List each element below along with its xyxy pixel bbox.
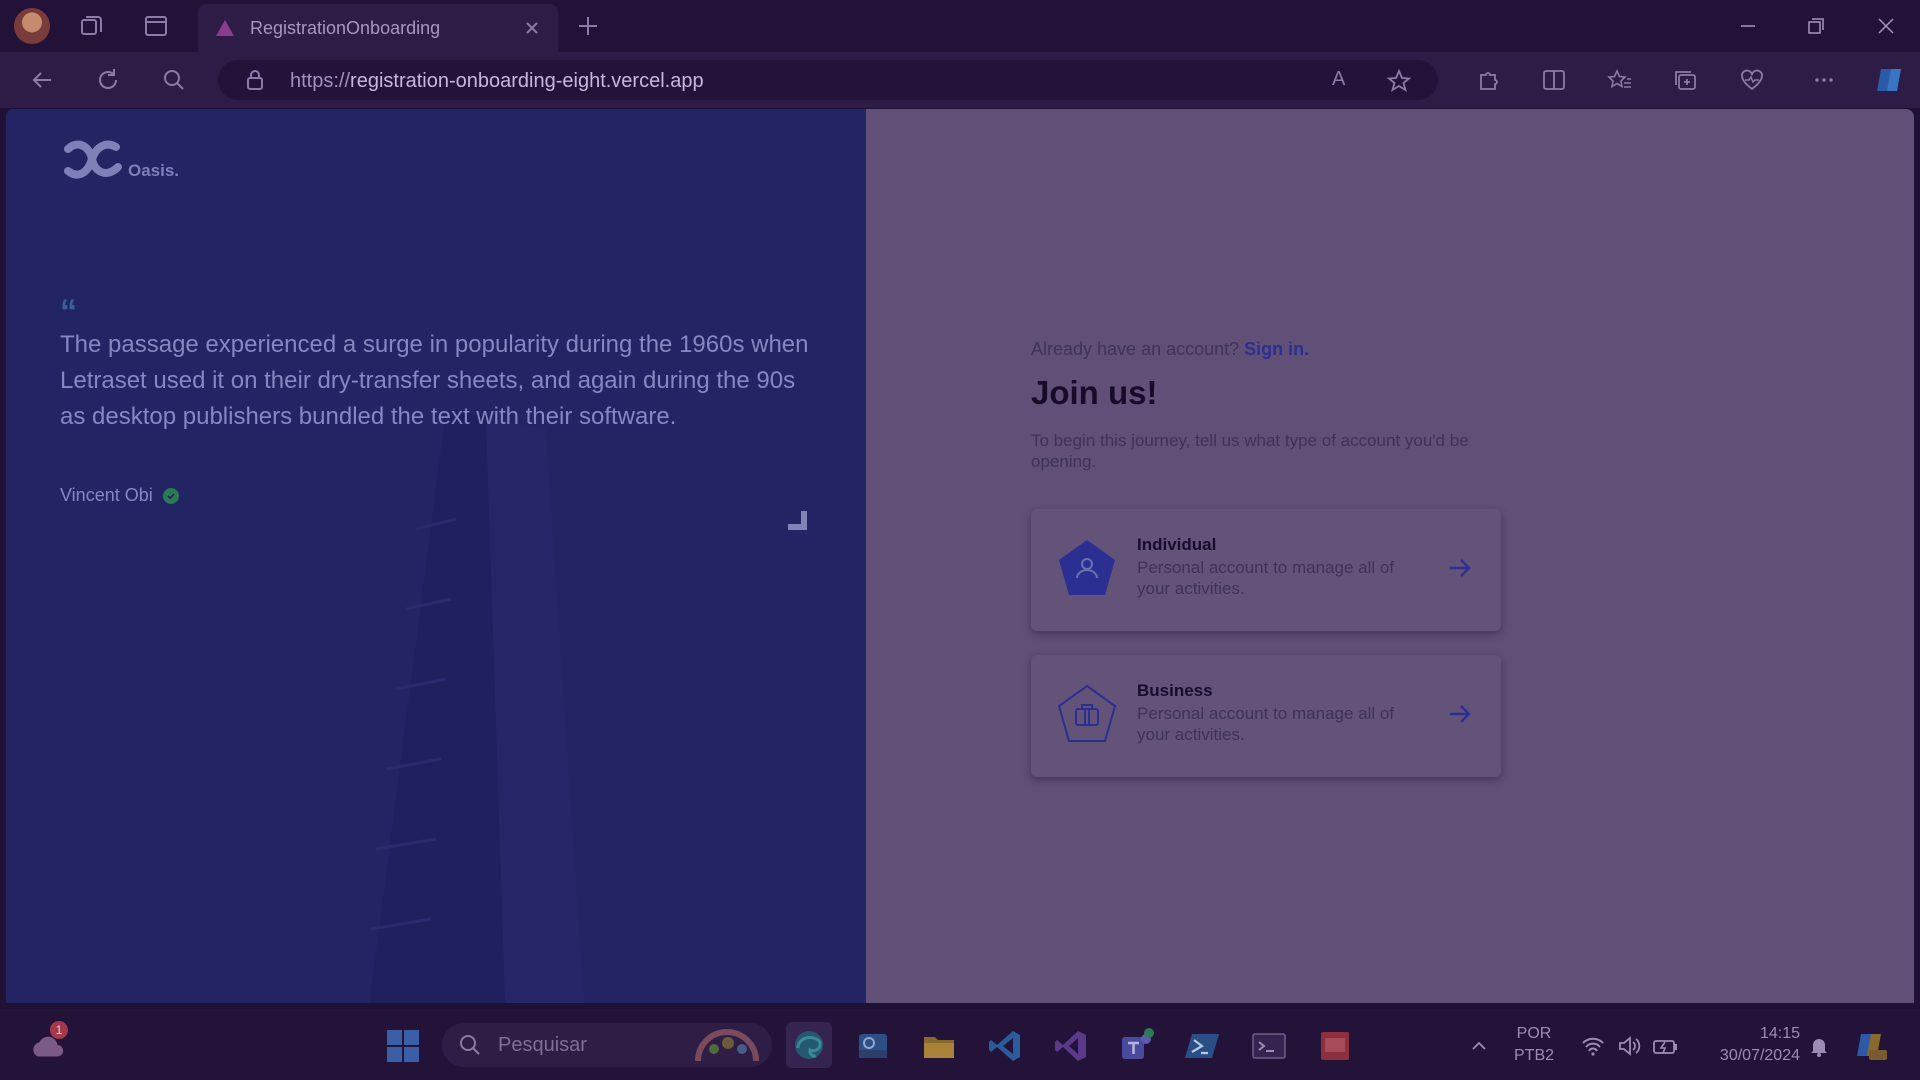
search-icon[interactable]: [158, 64, 190, 96]
outlook-new-icon[interactable]: [854, 1027, 892, 1065]
new-tab-icon[interactable]: [574, 12, 602, 40]
arrow-right-icon[interactable]: [1445, 553, 1475, 583]
copilot-preview-icon[interactable]: [1852, 1027, 1890, 1065]
site-favicon-icon: [216, 20, 234, 36]
battery-icon[interactable]: [1646, 1027, 1684, 1065]
vscode-icon[interactable]: [986, 1027, 1024, 1065]
collections-icon[interactable]: [1670, 64, 1702, 96]
testimonial-quote: The passage experienced a surge in popul…: [60, 331, 809, 430]
close-window-icon[interactable]: [1866, 10, 1906, 42]
read-aloud-icon[interactable]: A: [1332, 68, 1345, 91]
start-menu-icon[interactable]: [384, 1027, 422, 1065]
system-clock[interactable]: 14:15 30/07/2024: [1716, 1023, 1800, 1067]
account-option-description: Personal account to manage all of your a…: [1137, 558, 1395, 598]
account-option-individual[interactable]: Individual Personal account to manage al…: [1031, 509, 1501, 631]
account-option-title: Individual: [1137, 535, 1217, 554]
search-highlight-icon: [695, 1029, 759, 1062]
teams-icon[interactable]: [1118, 1027, 1156, 1065]
show-hidden-icons-chevron-icon[interactable]: [1460, 1027, 1498, 1065]
corner-decoration-icon: [788, 511, 807, 530]
keyboard-layout: PTB2: [1514, 1047, 1555, 1064]
volume-icon[interactable]: [1610, 1027, 1648, 1065]
address-bar[interactable]: https://registration-onboarding-eight.ve…: [218, 60, 1438, 100]
account-option-title: Business: [1137, 681, 1213, 700]
tab-registration-onboarding[interactable]: RegistrationOnboarding: [198, 4, 558, 52]
url-host: registration-onboarding-eight.vercel.app: [350, 70, 704, 92]
profile-avatar[interactable]: [14, 8, 50, 44]
arrow-right-icon[interactable]: [1445, 699, 1475, 729]
restore-window-icon[interactable]: [1796, 10, 1836, 42]
oasis-logo-icon[interactable]: [60, 137, 124, 181]
edge-browser-taskbar-icon[interactable]: [786, 1022, 832, 1068]
notification-bell-icon[interactable]: [1800, 1027, 1838, 1065]
taskbar-search[interactable]: Pesquisar: [442, 1023, 772, 1067]
verified-check-icon: [162, 487, 179, 504]
lock-icon[interactable]: [244, 69, 266, 91]
testimonial-panel: Oasis. “ The passage experienced a surge…: [6, 109, 866, 1003]
language-code: POR: [1516, 1025, 1552, 1042]
workspaces-icon[interactable]: [78, 12, 106, 40]
account-option-description: Personal account to manage all of your a…: [1137, 704, 1395, 744]
refresh-icon[interactable]: [92, 64, 124, 96]
split-screen-icon[interactable]: [1538, 64, 1570, 96]
visual-studio-icon[interactable]: [1052, 1027, 1090, 1065]
favorites-icon[interactable]: [1604, 64, 1636, 96]
calendar-app-icon[interactable]: [1316, 1027, 1354, 1065]
extensions-icon[interactable]: [1472, 64, 1504, 96]
url-scheme: https://: [290, 70, 351, 92]
building-background-image: [369, 409, 585, 1003]
tab-title: RegistrationOnboarding: [250, 18, 441, 38]
favorite-star-icon[interactable]: [1386, 68, 1412, 94]
page-description: To begin this journey, tell us what type…: [1031, 431, 1469, 471]
author-name: Vincent Obi: [60, 485, 153, 505]
account-option-business[interactable]: Business Personal account to manage all …: [1031, 655, 1501, 777]
signin-link[interactable]: Sign in.: [1244, 339, 1309, 359]
file-explorer-icon[interactable]: [920, 1027, 958, 1065]
quote-author: Vincent Obi: [60, 485, 179, 506]
url-text[interactable]: https://registration-onboarding-eight.ve…: [290, 70, 704, 93]
more-options-icon[interactable]: [1808, 64, 1840, 96]
briefcase-pentagon-icon: [1057, 684, 1117, 742]
signin-prompt: Already have an account?: [1031, 339, 1240, 359]
signin-prompt-line: Already have an account? Sign in.: [1031, 339, 1501, 360]
minimize-window-icon[interactable]: [1728, 10, 1768, 42]
browser-tab-bar: RegistrationOnboarding: [0, 0, 1920, 52]
close-tab-icon[interactable]: [520, 16, 544, 40]
copilot-icon[interactable]: [1872, 62, 1908, 98]
powershell-icon[interactable]: [1184, 1027, 1222, 1065]
browser-essentials-icon[interactable]: [1736, 64, 1768, 96]
quote-mark-icon: “: [60, 293, 77, 331]
wifi-icon[interactable]: [1574, 1027, 1612, 1065]
tab-actions-icon[interactable]: [142, 12, 170, 40]
page-viewport: Oasis. “ The passage experienced a surge…: [6, 109, 1914, 1003]
user-pentagon-icon: [1059, 540, 1115, 595]
logo-text: Oasis.: [128, 161, 180, 180]
windows-taskbar: 1 Pesquisar POR PTB2 14:15 30/07/2024: [0, 1009, 1920, 1080]
page-title: Join us!: [1031, 374, 1158, 411]
clock-date: 30/07/2024: [1719, 1047, 1800, 1064]
back-icon[interactable]: [26, 64, 58, 96]
registration-form: Already have an account? Sign in. Join u…: [1031, 339, 1501, 472]
search-icon: [460, 1035, 480, 1055]
search-placeholder: Pesquisar: [498, 1034, 587, 1056]
weather-notification-badge: 1: [50, 1021, 68, 1039]
terminal-icon[interactable]: [1250, 1027, 1288, 1065]
keyboard-language-indicator[interactable]: POR PTB2: [1514, 1023, 1554, 1067]
clock-time: 14:15: [1759, 1025, 1800, 1042]
browser-toolbar: https://registration-onboarding-eight.ve…: [0, 52, 1920, 108]
